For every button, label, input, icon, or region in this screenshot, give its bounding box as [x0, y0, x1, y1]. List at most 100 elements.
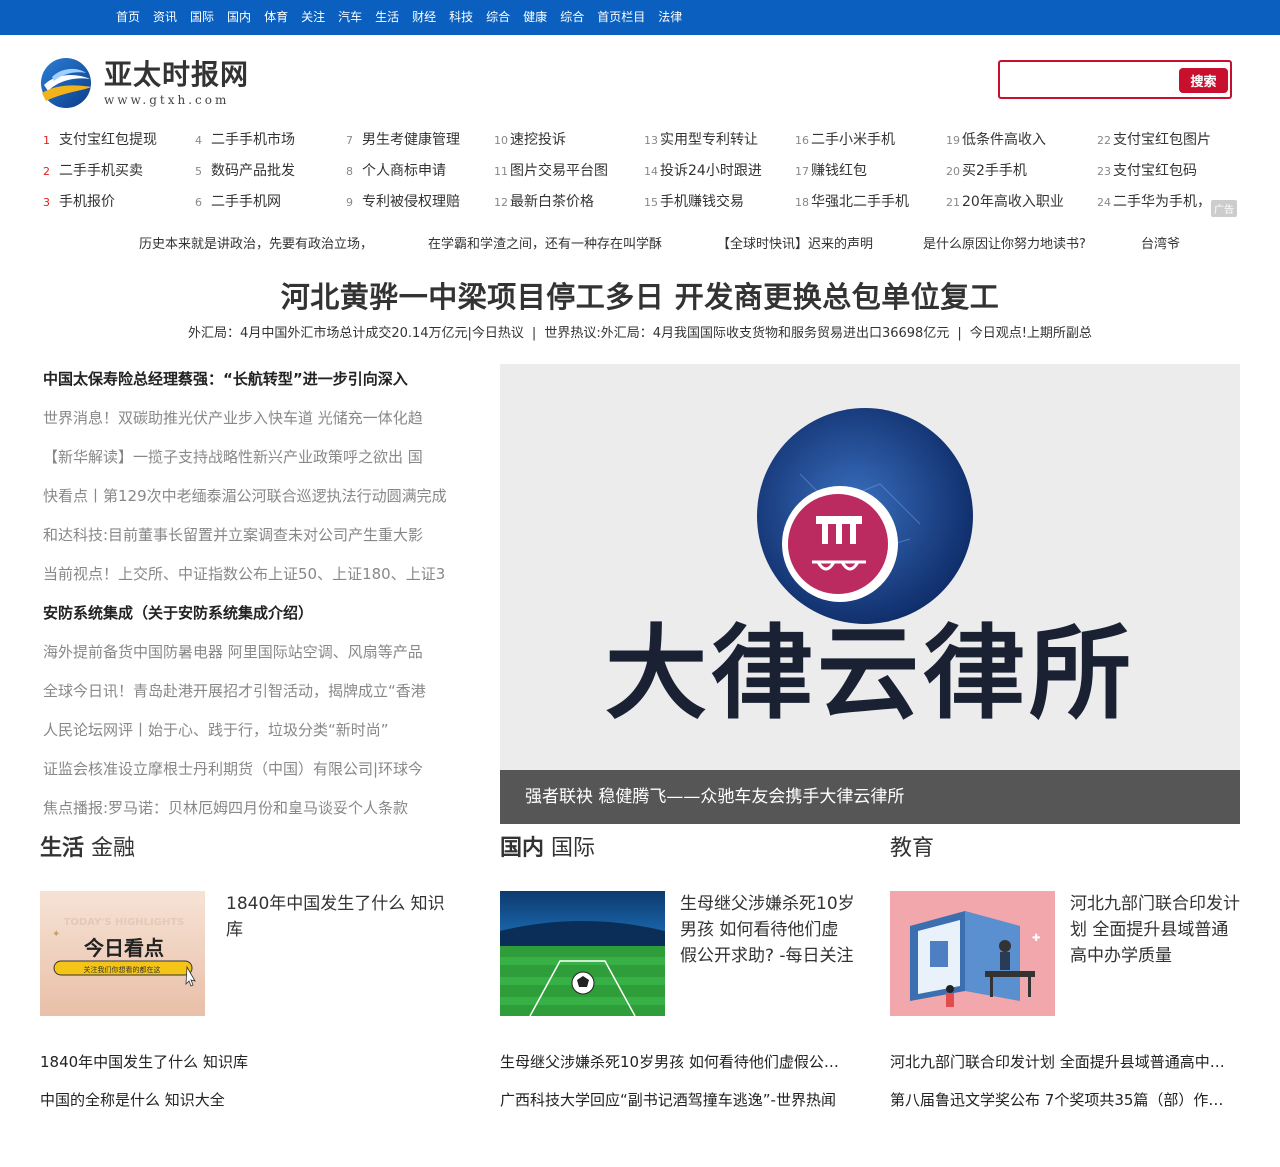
hot-keyword-link[interactable]: 24 二手华为手机， — [1097, 187, 1247, 218]
news-list-item[interactable]: 【新华解读】一揽子支持战略性新兴产业政策呼之欲出 国 — [43, 442, 473, 481]
svg-text:✚: ✚ — [1032, 933, 1040, 944]
hot-keyword-link[interactable]: 14 投诉24小时跟进 — [644, 156, 794, 187]
news-list-item[interactable]: 人民论坛网评丨始于心、践于行，垃圾分类“新时尚” — [43, 715, 473, 754]
ticker-item[interactable]: 在学霸和学渣之间，还有一种存在叫学酥 — [428, 227, 662, 263]
search-input[interactable] — [1008, 69, 1176, 91]
hot-keyword-link[interactable]: 22 支付宝红包图片 — [1097, 125, 1247, 156]
top-nav-item[interactable]: 综合 — [486, 0, 510, 35]
hot-keyword-link[interactable]: 17 赚钱红包 — [795, 156, 945, 187]
section-card[interactable]: 生母继父涉嫌杀死10岁男孩 如何看待他们虚假公开求助? -每日关注 — [500, 891, 855, 1016]
hot-keyword-link[interactable]: 10 速挖投诉 — [494, 125, 644, 156]
hot-keywords-column: 13 实用型专利转让 14 投诉24小时跟进 15 手机赚钱交易 — [644, 125, 794, 218]
hot-keyword-link[interactable]: 20 买2手手机 — [946, 156, 1096, 187]
hot-keyword-text: 低条件高收入 — [962, 132, 1046, 148]
section-card[interactable]: TODAY'S HIGHLIGHTS 今日看点 关注我们你想看的都在这 ✦ 18… — [40, 891, 460, 1016]
ticker-item[interactable]: 是什么原因让你努力地读书? — [923, 227, 1086, 263]
logo-globe-icon — [41, 58, 92, 108]
hot-keyword-link[interactable]: 9 专利被侵权理赔 — [346, 187, 496, 218]
news-list-item[interactable]: 海外提前备货中国防暑电器 阿里国际站空调、风扇等产品 — [43, 637, 473, 676]
news-list-item[interactable]: 快看点丨第129次中老缅泰湄公河联合巡逻执法行动圆满完成 — [43, 481, 473, 520]
top-nav-item[interactable]: 综合 — [560, 0, 584, 35]
section-link[interactable]: 第八届鲁迅文学奖公布 7个奖项共35篇（部）作品获奖 — [890, 1081, 1235, 1119]
headline-title[interactable]: 河北黄骅一中梁项目停工多日 开发商更换总包单位复工 — [0, 275, 1280, 319]
hot-keyword-link[interactable]: 8 个人商标申请 — [346, 156, 496, 187]
top-nav-item[interactable]: 科技 — [449, 0, 473, 35]
top-nav-item[interactable]: 生活 — [375, 0, 399, 35]
hot-keyword-link[interactable]: 16 二手小米手机 — [795, 125, 945, 156]
focus-caption[interactable]: 强者联袂 稳健腾飞——众驰车友会携手大律云律所 — [500, 770, 1240, 824]
news-list-item[interactable]: 全球今日讯！青岛赴港开展招才引智活动，揭牌成立“香港 — [43, 676, 473, 715]
top-nav-item[interactable]: 国内 — [227, 0, 251, 35]
section-title[interactable]: 生活 金融 — [40, 834, 460, 864]
news-list-item[interactable]: 中国太保寿险总经理蔡强：“长航转型”进一步引向深入 — [43, 364, 473, 403]
ticker-item[interactable]: 历史本来就是讲政治，先要有政治立场， — [139, 227, 373, 263]
ticker-item[interactable]: 台湾爷 — [1141, 227, 1180, 263]
hot-keyword-link[interactable]: 23 支付宝红包码 — [1097, 156, 1247, 187]
hot-keyword-link[interactable]: 6 二手手机网 — [195, 187, 345, 218]
hot-keyword-text: 支付宝红包码 — [1113, 163, 1197, 179]
section-link[interactable]: 1840年中国发生了什么 知识库 — [40, 1043, 460, 1081]
hot-keyword-text: 支付宝红包图片 — [1113, 132, 1211, 148]
hot-keyword-text: 华强北二手手机 — [811, 194, 909, 210]
section-card-title[interactable]: 河北九部门联合印发计划 全面提升县域普通高中办学质量 — [1070, 891, 1242, 969]
news-list-item[interactable]: 和达科技:目前董事长留置并立案调查未对公司产生重大影 — [43, 520, 473, 559]
section-card[interactable]: ✚ 河北九部门联合印发计划 全面提升县域普通高中办学质量 — [890, 891, 1240, 1016]
hot-keyword-link[interactable]: 12 最新白茶价格 — [494, 187, 644, 218]
hot-keyword-rank: 20 — [946, 165, 960, 178]
top-nav-item[interactable]: 首页栏目 — [597, 0, 645, 35]
section-title[interactable]: 教育 — [890, 834, 1235, 864]
section-link[interactable]: 广西科技大学回应“副书记酒驾撞车逃逸”-世界热闻 — [500, 1081, 845, 1119]
news-list-item[interactable]: 安防系统集成（关于安防系统集成介绍） — [43, 598, 473, 637]
highlights-thumbnail[interactable]: TODAY'S HIGHLIGHTS 今日看点 关注我们你想看的都在这 ✦ — [40, 891, 205, 1016]
top-nav-item[interactable]: 汽车 — [338, 0, 362, 35]
top-nav-item[interactable]: 资讯 — [153, 0, 177, 35]
hot-keyword-link[interactable]: 5 数码产品批发 — [195, 156, 345, 187]
hot-keyword-link[interactable]: 18 华强北二手手机 — [795, 187, 945, 218]
top-nav-item[interactable]: 法律 — [658, 0, 682, 35]
top-nav-item[interactable]: 首页 — [116, 0, 140, 35]
hot-keyword-link[interactable]: 13 实用型专利转让 — [644, 125, 794, 156]
hot-keyword-rank: 16 — [795, 134, 809, 147]
subnews-link[interactable]: 今日观点!上期所副总 — [970, 326, 1092, 341]
category-sections: 生活 金融 TODAY'S HIGHLIGHTS 今日看点 关注我们你想看的都在… — [0, 834, 1280, 1154]
top-nav-item[interactable]: 国际 — [190, 0, 214, 35]
section-link[interactable]: 河北九部门联合印发计划 全面提升县域普通高中办学质量 — [890, 1043, 1235, 1081]
section-card-title[interactable]: 生母继父涉嫌杀死10岁男孩 如何看待他们虚假公开求助? -每日关注 — [680, 891, 855, 969]
subnews-link[interactable]: 外汇局：4月中国外汇市场总计成交20.14万亿元|今日热议 — [188, 326, 524, 341]
news-list-item[interactable]: 焦点播报:罗马诺：贝林厄姆四月份和皇马谈妥个人条款 — [43, 793, 473, 832]
top-nav-item[interactable]: 关注 — [301, 0, 325, 35]
ticker-item[interactable]: 【全球时快讯】迟来的声明 — [717, 227, 873, 263]
hot-keyword-text: 支付宝红包提现 — [59, 132, 157, 148]
separator: | — [957, 326, 962, 341]
soccer-stadium-thumbnail[interactable] — [500, 891, 665, 1016]
hot-keyword-link[interactable]: 1 支付宝红包提现 — [43, 125, 193, 156]
section-link[interactable]: 生母继父涉嫌杀死10岁男孩 如何看待他们虚假公开求助? -每日关注 — [500, 1043, 845, 1081]
hot-keyword-rank: 24 — [1097, 196, 1111, 209]
hot-keyword-rank: 13 — [644, 134, 658, 147]
site-logo[interactable]: 亚太时报网 www.gtxh.com — [38, 55, 249, 111]
hot-keyword-link[interactable]: 21 20年高收入职业 — [946, 187, 1096, 218]
top-nav-item[interactable]: 财经 — [412, 0, 436, 35]
news-list-item[interactable]: 世界消息！双碳助推光伏产业步入快车道 光储充一体化趋 — [43, 403, 473, 442]
hot-keyword-link[interactable]: 7 男生考健康管理 — [346, 125, 496, 156]
section-link[interactable]: 中国的全称是什么 知识大全 — [40, 1081, 460, 1119]
education-illustration-thumbnail[interactable]: ✚ — [890, 891, 1055, 1016]
news-list-item[interactable]: 当前视点！上交所、中证指数公布上证50、上证180、上证3 — [43, 559, 473, 598]
hot-keyword-link[interactable]: 4 二手手机市场 — [195, 125, 345, 156]
hot-keyword-link[interactable]: 2 二手手机买卖 — [43, 156, 193, 187]
hot-keyword-link[interactable]: 19 低条件高收入 — [946, 125, 1096, 156]
section-title[interactable]: 国内 国际 — [500, 834, 845, 864]
hot-keyword-link[interactable]: 11 图片交易平台图 — [494, 156, 644, 187]
section-card-title[interactable]: 1840年中国发生了什么 知识库 — [226, 891, 460, 943]
top-nav-item[interactable]: 健康 — [523, 0, 547, 35]
top-nav-item[interactable]: 体育 — [264, 0, 288, 35]
hot-keyword-link[interactable]: 3 手机报价 — [43, 187, 193, 218]
hot-keyword-rank: 19 — [946, 134, 960, 147]
focus-slide[interactable]: 大律云律所 强者联袂 稳健腾飞——众驰车友会携手大律云律所 — [500, 364, 1240, 824]
search-button[interactable]: 搜索 — [1179, 68, 1228, 93]
hot-keyword-rank: 6 — [195, 196, 202, 209]
hot-keyword-link[interactable]: 15 手机赚钱交易 — [644, 187, 794, 218]
subnews-link[interactable]: 世界热议:外汇局：4月我国国际收支货物和服务贸易进出口36698亿元 — [544, 326, 949, 341]
news-list-item[interactable]: 证监会核准设立摩根士丹利期货（中国）有限公司|环球今 — [43, 754, 473, 793]
hot-keyword-rank: 10 — [494, 134, 508, 147]
